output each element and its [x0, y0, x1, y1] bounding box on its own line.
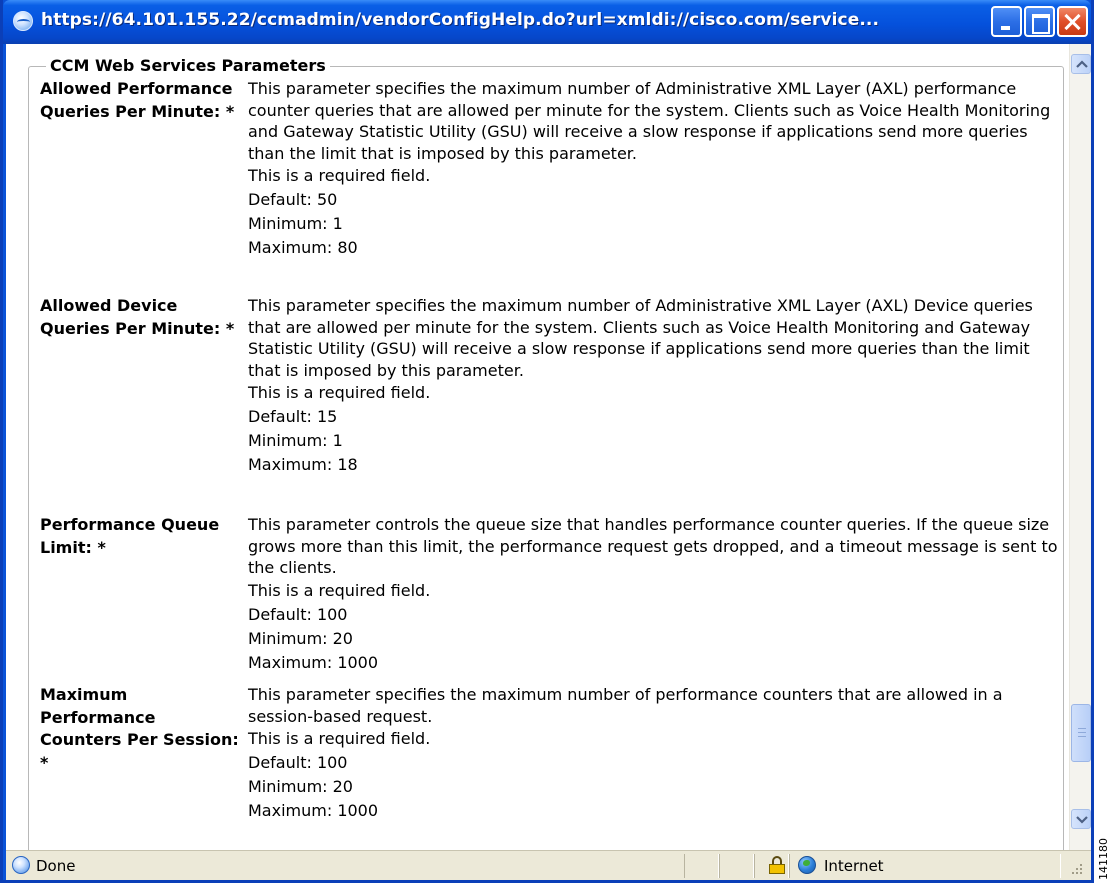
- parameter-description: This parameter specifies the maximum num…: [248, 296, 1033, 380]
- grip-line: [1078, 736, 1086, 737]
- parameter-body: This parameter controls the queue size t…: [248, 514, 1063, 675]
- minimize-button[interactable]: [991, 6, 1022, 37]
- parameter-body: This parameter specifies the maximum num…: [248, 78, 1063, 260]
- scroll-down-button[interactable]: [1071, 809, 1091, 829]
- default-value: Default: 15: [248, 407, 338, 426]
- parameter-body: This parameter specifies the maximum num…: [248, 684, 1063, 823]
- fieldset-legend: CCM Web Services Parameters: [46, 56, 330, 75]
- required-note: This is a required field.: [248, 580, 431, 600]
- status-text: Done: [36, 857, 76, 875]
- parameter-description: This parameter specifies the maximum num…: [248, 685, 1003, 726]
- globe-icon: [798, 856, 816, 874]
- required-note: This is a required field.: [248, 383, 431, 402]
- status-pane: [684, 854, 719, 878]
- parameter-body: This parameter specifies the maximum num…: [248, 295, 1063, 477]
- security-zone: Internet: [824, 857, 884, 875]
- close-icon: [1059, 8, 1086, 35]
- default-value: Default: 100: [248, 604, 348, 624]
- required-note: This is a required field.: [248, 166, 431, 185]
- default-value: Default: 100: [248, 753, 348, 772]
- close-button[interactable]: [1057, 6, 1088, 37]
- chevron-down-icon: [1076, 816, 1088, 824]
- content-area: CCM Web Services Parameters Allowed Perf…: [6, 44, 1091, 871]
- parameter-label: Allowed Device Queries Per Minute: *: [40, 296, 235, 338]
- title-bar[interactable]: https://64.101.155.22/ccmadmin/vendorCon…: [3, 0, 1091, 44]
- ie-page-icon: [12, 856, 30, 874]
- resize-grip[interactable]: [1068, 861, 1084, 877]
- status-pane: [719, 854, 754, 878]
- parameter-meta: This is a required field. Default: 15 Mi…: [248, 381, 1063, 477]
- status-bar: Done Internet: [6, 850, 1091, 880]
- scroll-up-button[interactable]: [1071, 54, 1091, 74]
- maximum-value: Maximum: 18: [248, 455, 358, 474]
- parameter-meta: This is a required field. Default: 50 Mi…: [248, 164, 1063, 260]
- figure-id: 141180: [1097, 838, 1110, 880]
- parameter-label: Allowed Performance Queries Per Minute: …: [40, 79, 235, 121]
- parameter-label: Performance Queue Limit: *: [40, 515, 220, 557]
- maximum-value: Maximum: 1000: [248, 652, 379, 672]
- window-title: https://64.101.155.22/ccmadmin/vendorCon…: [41, 10, 880, 30]
- parameter-meta: This is a required field. Default: 100 M…: [248, 579, 1063, 675]
- minimum-value: Minimum: 20: [248, 628, 353, 648]
- parameter-description: This parameter specifies the maximum num…: [248, 79, 1051, 163]
- chevron-up-icon: [1076, 60, 1088, 68]
- ie-page-icon: [13, 11, 33, 31]
- minimum-value: Minimum: 1: [248, 214, 343, 233]
- required-note: This is a required field.: [248, 729, 431, 748]
- browser-window: https://64.101.155.22/ccmadmin/vendorCon…: [0, 0, 1094, 883]
- grip-line: [1078, 732, 1086, 733]
- lock-icon[interactable]: [769, 856, 785, 874]
- minimum-value: Minimum: 1: [248, 431, 343, 450]
- maximum-value: Maximum: 1000: [248, 801, 379, 820]
- scroll-thumb[interactable]: [1071, 704, 1091, 762]
- parameter-label: Maximum Performance Counters Per Session…: [40, 685, 239, 772]
- grip-line: [1078, 728, 1086, 729]
- parameter-meta: This is a required field. Default: 100 M…: [248, 727, 1063, 823]
- default-value: Default: 50: [248, 190, 338, 209]
- minimum-value: Minimum: 20: [248, 777, 353, 796]
- parameter-description: This parameter controls the queue size t…: [248, 515, 1058, 577]
- vertical-scrollbar[interactable]: [1069, 44, 1091, 850]
- maximize-button[interactable]: [1024, 6, 1055, 37]
- maximum-value: Maximum: 80: [248, 238, 358, 257]
